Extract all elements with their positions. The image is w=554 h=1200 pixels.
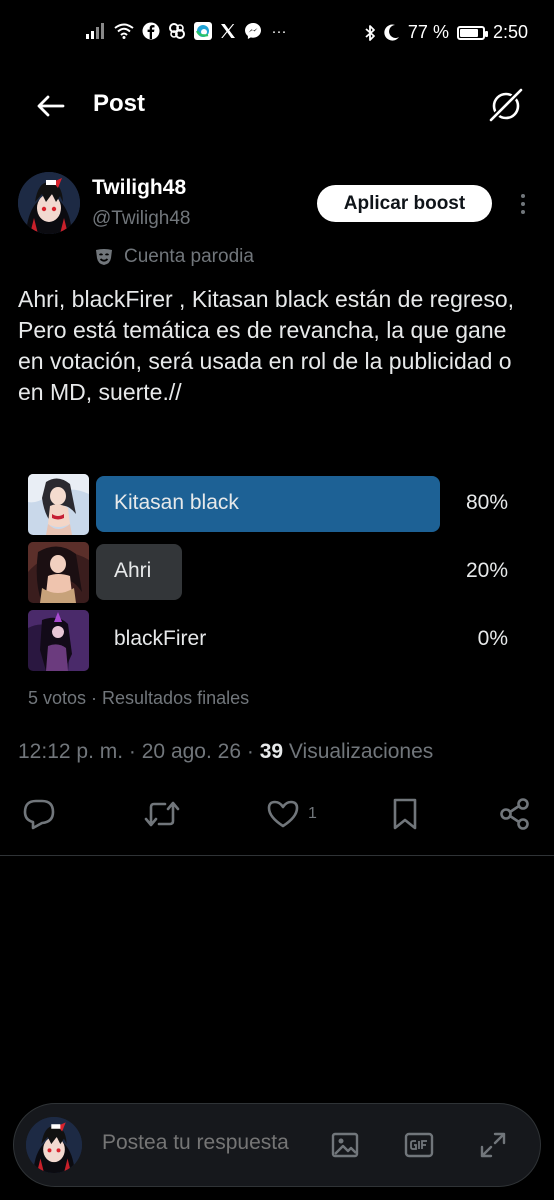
separator: · — [128, 740, 136, 763]
author-avatar[interactable] — [18, 172, 80, 234]
poll-option-label: Ahri — [114, 559, 152, 582]
poll-meta: 5 votos · Resultados finales — [28, 688, 250, 708]
repost-button[interactable] — [143, 794, 181, 834]
more-options-button[interactable] — [512, 190, 534, 218]
bookmark-icon — [393, 798, 417, 830]
share-icon — [500, 798, 529, 830]
poll-option-image[interactable] — [28, 542, 89, 603]
repost-icon — [144, 801, 180, 827]
views-label[interactable]: Visualizaciones — [289, 740, 433, 763]
gif-icon — [404, 1132, 434, 1158]
pinwheel-icon — [169, 23, 185, 39]
back-button[interactable] — [30, 88, 70, 124]
post-text: Ahri, blackFirer , Kitasan black están d… — [18, 286, 515, 405]
parody-text: Cuenta parodia — [124, 246, 254, 267]
reply-button[interactable] — [22, 794, 56, 834]
parody-label: Cuenta parodia — [94, 246, 254, 268]
user-avatar[interactable] — [26, 1117, 82, 1173]
page-title: Post — [93, 90, 146, 117]
messenger-icon — [245, 23, 261, 39]
poll-option: Ahri 20% — [28, 542, 528, 604]
dot — [521, 202, 525, 206]
poll-option: Kitasan black 80% — [28, 474, 528, 536]
bookmark-button[interactable] — [390, 794, 420, 834]
author-name[interactable]: Twiligh48 — [92, 176, 186, 200]
poll-option-label: blackFirer — [114, 627, 207, 650]
avatar-image — [26, 1117, 82, 1173]
clock: 2:50 — [492, 22, 528, 42]
dot — [521, 194, 525, 198]
reply-composer — [13, 1103, 541, 1187]
poll-option: blackFirer 0% — [28, 610, 528, 672]
like-button[interactable]: 1 — [266, 794, 317, 834]
post-time: 12:12 p. m. — [18, 740, 124, 763]
reply-icon — [23, 799, 55, 830]
grok-icon — [489, 88, 523, 122]
like-count: 1 — [308, 805, 317, 822]
poll-option-image[interactable] — [28, 610, 89, 671]
avatar-image — [18, 172, 80, 234]
author-handle[interactable]: @Twiligh48 — [92, 208, 191, 230]
separator: · — [246, 740, 254, 763]
share-button[interactable] — [498, 794, 532, 834]
dot — [521, 210, 525, 214]
option-image-blackfirer — [28, 610, 89, 671]
wifi-icon — [114, 23, 134, 39]
battery-level — [459, 28, 479, 37]
top-app-bar: Post — [0, 78, 554, 134]
arrow-left-icon — [37, 95, 65, 117]
bluetooth-icon — [365, 24, 375, 41]
poll-option-label: Kitasan black — [114, 491, 239, 514]
views-count[interactable]: 39 — [260, 740, 283, 763]
battery-icon — [456, 25, 488, 40]
edge-icon — [194, 22, 212, 40]
image-button[interactable] — [328, 1128, 362, 1162]
heart-icon — [267, 800, 299, 828]
poll-option-percent: 0% — [477, 627, 508, 650]
gif-button[interactable] — [402, 1128, 436, 1162]
signal-icon — [86, 23, 104, 39]
expand-button[interactable] — [476, 1128, 510, 1162]
action-bar: 1 — [0, 794, 554, 834]
battery-percent: 77 % — [407, 22, 449, 42]
status-bar-right: 77 % 2:50 — [364, 22, 528, 43]
post-meta: 12:12 p. m. · 20 ago. 26 · 39 Visualizac… — [18, 740, 433, 764]
option-image-kitasan — [28, 474, 89, 535]
poll-option-percent: 80% — [465, 491, 508, 514]
expand-icon — [480, 1132, 506, 1158]
option-image-ahri — [28, 542, 89, 603]
reply-input[interactable] — [100, 1130, 324, 1156]
post-date: 20 ago. 26 — [141, 740, 242, 763]
image-icon — [331, 1132, 359, 1158]
theater-mask-icon — [96, 249, 112, 265]
poll-option-image[interactable] — [28, 474, 89, 535]
moon-icon — [384, 24, 399, 41]
x-logo-icon — [221, 24, 235, 38]
status-bar-left: ··· — [86, 22, 288, 40]
grok-button[interactable] — [486, 86, 526, 126]
more-notifications-icon: ··· — [271, 22, 287, 40]
poll-option-percent: 20% — [465, 559, 508, 582]
status-bar: ··· 77 % 2:50 — [0, 0, 554, 70]
divider — [0, 855, 554, 856]
apply-boost-button[interactable]: Aplicar boost — [317, 185, 492, 222]
facebook-icon — [142, 22, 160, 40]
